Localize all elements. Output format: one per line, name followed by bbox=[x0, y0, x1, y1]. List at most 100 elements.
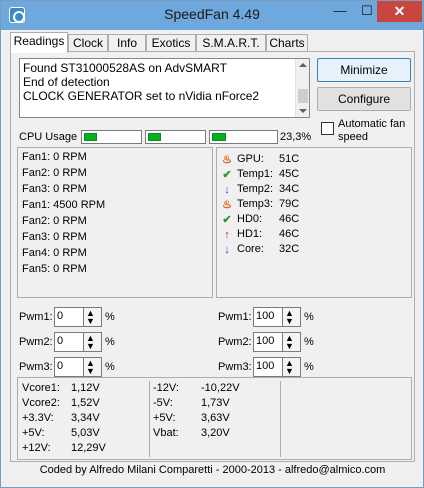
down-arrow-icon: ↓ bbox=[224, 184, 230, 196]
flame-icon: ♨ bbox=[222, 154, 232, 166]
minimize-button[interactable]: Minimize bbox=[317, 58, 411, 82]
temp-value: 79C bbox=[279, 198, 300, 210]
cpu-usage-label: CPU Usage bbox=[19, 131, 78, 143]
temp-label: Temp2: bbox=[237, 183, 274, 195]
fan-reading: Fan5: 0 RPM bbox=[22, 263, 87, 275]
pwm3-left-value[interactable]: 0 bbox=[57, 360, 63, 372]
pwm3-left-stepper[interactable]: 0 ▲ ▼ bbox=[54, 357, 102, 377]
percent-unit: % bbox=[304, 336, 314, 348]
pwm2-right-value[interactable]: 100 bbox=[256, 335, 274, 347]
cpu-core-1-usage-bar bbox=[81, 130, 142, 144]
temp-value: 34C bbox=[279, 183, 300, 195]
spin-arrows-icon[interactable]: ▲ ▼ bbox=[83, 333, 101, 351]
fan-reading: Fan3: 0 RPM bbox=[22, 231, 87, 243]
pwm2-right-stepper[interactable]: 100 ▲ ▼ bbox=[253, 332, 301, 352]
pwm2-left-value[interactable]: 0 bbox=[57, 335, 63, 347]
tab-exotics[interactable]: Exotics bbox=[146, 34, 196, 52]
cpu-core-2-fill bbox=[148, 133, 161, 141]
scroll-down-arrow-icon[interactable] bbox=[299, 109, 307, 113]
pwm1-label: Pwm1: bbox=[19, 311, 53, 323]
tab-clock[interactable]: Clock bbox=[68, 34, 108, 52]
voltage-value: 1,73V bbox=[201, 397, 230, 409]
tab-smart[interactable]: S.M.A.R.T. bbox=[196, 34, 266, 52]
automatic-fan-speed-label: Automatic fan bbox=[338, 118, 406, 130]
readings-tab-page: Found ST31000528AS on AdvSMART End of de… bbox=[10, 51, 415, 462]
fan-reading: Fan2: 0 RPM bbox=[22, 215, 87, 227]
log-textbox[interactable]: Found ST31000528AS on AdvSMART End of de… bbox=[19, 58, 310, 118]
cpu-core-1-fill bbox=[84, 133, 97, 141]
percent-unit: % bbox=[105, 361, 115, 373]
voltages-panel: Vcore1: 1,12V Vcore2: 1,52V +3.3V: 3,34V… bbox=[17, 377, 412, 460]
voltage-value: 1,52V bbox=[71, 397, 100, 409]
configure-button[interactable]: Configure bbox=[317, 87, 411, 111]
temp-value: 51C bbox=[279, 153, 300, 165]
pwm3-right-value[interactable]: 100 bbox=[256, 360, 274, 372]
temp-label: Core: bbox=[237, 243, 264, 255]
voltage-value: 3,20V bbox=[201, 427, 230, 439]
check-icon: ✔ bbox=[222, 169, 232, 181]
log-line: CLOCK GENERATOR set to nVidia nForce2 bbox=[23, 89, 260, 103]
voltage-value: -10,22V bbox=[201, 382, 240, 394]
voltage-label: +5V: bbox=[153, 412, 176, 424]
log-lines: Found ST31000528AS on AdvSMART End of de… bbox=[23, 61, 259, 103]
voltage-label: +12V: bbox=[22, 442, 51, 454]
spin-arrows-icon[interactable]: ▲ ▼ bbox=[282, 333, 300, 351]
log-line: Found ST31000528AS on AdvSMART bbox=[23, 61, 227, 75]
fan-reading: Fan3: 0 RPM bbox=[22, 183, 87, 195]
percent-unit: % bbox=[105, 311, 115, 323]
pwm3-right-stepper[interactable]: 100 ▲ ▼ bbox=[253, 357, 301, 377]
fan-reading: Fan1: 4500 RPM bbox=[22, 199, 106, 211]
fan-reading: Fan4: 0 RPM bbox=[22, 247, 87, 259]
credits-footer: Coded by Alfredo Milani Comparetti - 200… bbox=[39, 464, 386, 476]
automatic-fan-speed-checkbox[interactable] bbox=[321, 122, 334, 135]
temp-label: GPU: bbox=[237, 153, 264, 165]
voltage-label: -12V: bbox=[153, 382, 179, 394]
fan-reading: Fan1: 0 RPM bbox=[22, 151, 87, 163]
scroll-up-arrow-icon[interactable] bbox=[299, 63, 307, 67]
spin-arrows-icon[interactable]: ▲ ▼ bbox=[282, 358, 300, 376]
temp-label: HD1: bbox=[237, 228, 263, 240]
temp-label: HD0: bbox=[237, 213, 263, 225]
close-window-button[interactable]: ✕ bbox=[377, 1, 422, 22]
pwm1-right-stepper[interactable]: 100 ▲ ▼ bbox=[253, 307, 301, 327]
pwm1-right-value[interactable]: 100 bbox=[256, 310, 274, 322]
voltage-label: Vcore1: bbox=[22, 382, 60, 394]
temp-value: 45C bbox=[279, 168, 300, 180]
voltage-column-divider bbox=[280, 381, 281, 457]
percent-unit: % bbox=[304, 361, 314, 373]
speedfan-window: SpeedFan 4.49 — ☐ ✕ Readings Clock Info … bbox=[0, 0, 424, 488]
cpu-usage-value: 23,3% bbox=[280, 131, 312, 143]
voltage-label: +3.3V: bbox=[22, 412, 54, 424]
voltage-value: 3,63V bbox=[201, 412, 230, 424]
spin-arrows-icon[interactable]: ▲ ▼ bbox=[282, 308, 300, 326]
voltage-value: 12,29V bbox=[71, 442, 106, 454]
tab-readings[interactable]: Readings bbox=[10, 32, 68, 53]
voltage-label: Vbat: bbox=[153, 427, 179, 439]
temp-label: Temp1: bbox=[237, 168, 274, 180]
cpu-core-3-usage-bar bbox=[209, 130, 278, 144]
pwm3-label: Pwm3: bbox=[218, 361, 252, 373]
title-bar[interactable]: SpeedFan 4.49 — ☐ ✕ bbox=[1, 1, 423, 30]
fan-reading: Fan2: 0 RPM bbox=[22, 167, 87, 179]
tab-charts[interactable]: Charts bbox=[266, 34, 308, 52]
check-icon: ✔ bbox=[222, 214, 232, 226]
flame-icon: ♨ bbox=[222, 199, 232, 211]
log-scrollbar[interactable] bbox=[295, 59, 309, 117]
minimize-window-button[interactable]: — bbox=[326, 1, 354, 22]
spin-arrows-icon[interactable]: ▲ ▼ bbox=[83, 358, 101, 376]
temp-label: Temp3: bbox=[237, 198, 274, 210]
pwm3-label: Pwm3: bbox=[19, 361, 53, 373]
pwm1-left-value[interactable]: 0 bbox=[57, 310, 63, 322]
down-arrow-icon: ↓ bbox=[224, 244, 230, 256]
temperatures-panel: ♨ GPU: 51C ✔ Temp1: 45C ↓ Temp2: 34C ♨ T… bbox=[216, 147, 412, 298]
automatic-fan-speed-label-line2: speed bbox=[338, 131, 368, 143]
scroll-thumb[interactable] bbox=[298, 89, 308, 103]
voltage-label: Vcore2: bbox=[22, 397, 60, 409]
percent-unit: % bbox=[105, 336, 115, 348]
tab-info[interactable]: Info bbox=[108, 34, 146, 52]
pwm2-left-stepper[interactable]: 0 ▲ ▼ bbox=[54, 332, 102, 352]
up-arrow-icon: ↑ bbox=[224, 229, 230, 241]
cpu-core-3-fill bbox=[212, 133, 226, 141]
spin-arrows-icon[interactable]: ▲ ▼ bbox=[83, 308, 101, 326]
pwm1-left-stepper[interactable]: 0 ▲ ▼ bbox=[54, 307, 102, 327]
